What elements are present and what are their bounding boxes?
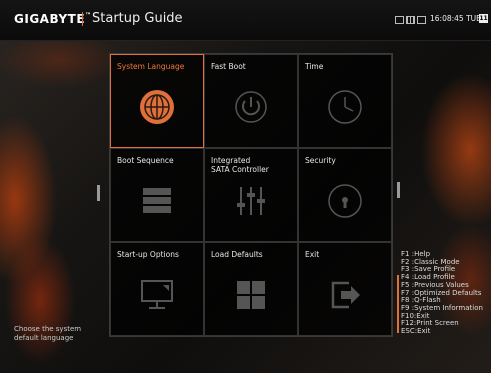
tile-label: Integrated SATA Controller	[211, 156, 269, 174]
top-bar: GIGABYTE™ Startup Guide 16:08:45 TUE 11	[0, 0, 491, 41]
brand-logo: GIGABYTE™	[14, 12, 92, 26]
stack-icon	[143, 187, 171, 213]
tile-label: Start-up Options	[117, 250, 179, 259]
help-accent-bar	[397, 275, 399, 333]
monitor-icon	[141, 279, 173, 309]
grid-icon[interactable]	[406, 16, 415, 24]
globe-icon	[140, 89, 174, 124]
date-badge: 11	[479, 14, 488, 23]
tile-label: Time	[305, 62, 324, 71]
tile-label: Load Defaults	[211, 250, 263, 259]
tile-boot-sequence[interactable]: Boot Sequence	[110, 148, 204, 242]
clock: 16:08:45 TUE	[430, 14, 481, 23]
tile-load-defaults[interactable]: Load Defaults	[204, 242, 298, 336]
power-icon	[235, 90, 267, 123]
exit-arrow-icon	[331, 281, 360, 308]
hotkey-help-list: F1 :Help F2 :Classic Mode F3 :Save Profi…	[401, 250, 483, 336]
windows-grid-icon	[237, 280, 265, 309]
page-title: Startup Guide	[92, 11, 183, 26]
hint-text: Choose the system default language	[14, 325, 82, 342]
hotkey-item: ESC:Exit	[401, 327, 431, 336]
brand-separator	[82, 12, 83, 26]
tile-label: Security	[305, 156, 336, 165]
tile-fast-boot[interactable]: Fast Boot	[204, 54, 298, 148]
startup-guide-grid: System Language Fast Boot Time Boot Sequ…	[109, 53, 393, 337]
system-icons	[395, 16, 426, 24]
tile-label: Fast Boot	[211, 62, 246, 71]
tile-sata-controller[interactable]: Integrated SATA Controller	[204, 148, 298, 242]
lock-icon	[328, 183, 362, 218]
tile-security[interactable]: Security	[298, 148, 392, 242]
tile-label: Boot Sequence	[117, 156, 174, 165]
tile-time[interactable]: Time	[298, 54, 392, 148]
tile-label: Exit	[305, 250, 320, 259]
tile-startup-options[interactable]: Start-up Options	[110, 242, 204, 336]
tile-exit[interactable]: Exit	[298, 242, 392, 336]
tile-system-language[interactable]: System Language	[110, 54, 204, 148]
scroll-right-handle[interactable]	[397, 182, 400, 198]
sliders-icon	[237, 186, 265, 215]
window-icon[interactable]	[395, 16, 404, 24]
square-icon[interactable]	[417, 16, 426, 24]
tile-label: System Language	[117, 62, 185, 71]
scroll-left-handle[interactable]	[97, 185, 100, 201]
clock-icon	[328, 89, 362, 124]
